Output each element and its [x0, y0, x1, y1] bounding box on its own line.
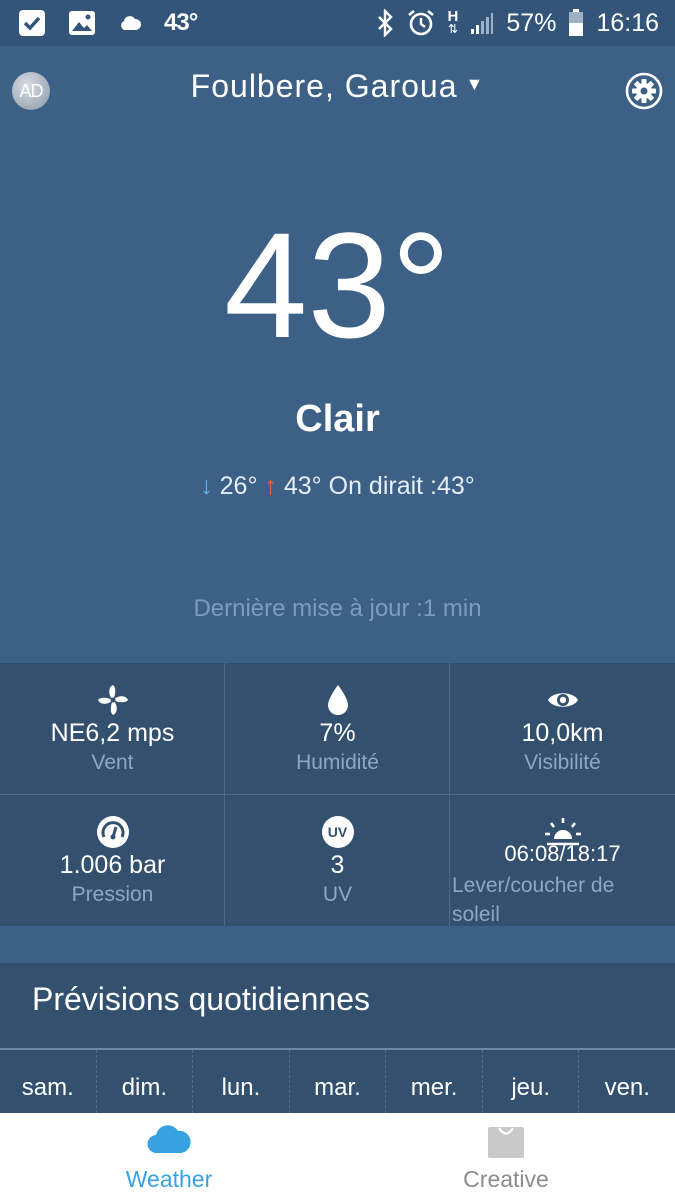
low-temperature: 26°	[219, 472, 258, 500]
droplet-icon	[327, 685, 348, 715]
nav-tab-creative[interactable]: Creative	[337, 1113, 675, 1200]
daily-forecast-title: Prévisions quotidiennes	[32, 981, 370, 1017]
location-selector[interactable]: Foulbere, Garoua ▼	[0, 68, 675, 105]
temperature-range: ↓ 26° ↑ 43° On dirait :43°	[0, 472, 675, 501]
status-temperature: 43°	[164, 9, 198, 36]
high-temperature: 43°	[283, 472, 322, 500]
fan-icon	[97, 685, 128, 715]
app-header: AD Foulbere, Garoua ▼	[0, 46, 675, 136]
location-name: Foulbere, Garoua	[190, 68, 458, 104]
detail-pressure: 1.006 bar Pression	[0, 795, 225, 926]
arrow-down-icon: ↓	[200, 472, 213, 500]
day-label[interactable]: sam.	[0, 1050, 97, 1113]
caret-down-icon: ▼	[465, 74, 485, 95]
weather-condition: Clair	[295, 398, 380, 440]
detail-visibility: 10,0km Visibilité	[450, 663, 675, 794]
pressure-label: Pression	[71, 883, 154, 906]
detail-uv: UV 3 UV	[225, 795, 450, 926]
daily-forecast-days[interactable]: sam. dim. lun. mar. mer. jeu. ven.	[0, 1050, 675, 1113]
detail-wind: NE6,2 mps Vent	[0, 663, 225, 794]
bottom-navigation: Weather Creative	[0, 1113, 675, 1200]
visibility-label: Visibilité	[524, 751, 601, 774]
image-notification-icon	[68, 10, 96, 36]
signal-icon	[470, 11, 494, 35]
nav-label-weather: Weather	[125, 1166, 213, 1192]
feels-like: On dirait :43°	[328, 472, 475, 500]
status-time: 16:16	[596, 8, 659, 37]
sun-times-label: Lever/coucher de soleil	[452, 874, 615, 926]
battery-percent: 57%	[506, 8, 557, 37]
cloud-notification-icon	[118, 15, 142, 31]
uv-icon-text: UV	[327, 824, 348, 840]
wind-value: NE6,2 mps	[50, 719, 175, 747]
daily-forecast-section: Prévisions quotidiennes sam. dim. lun. m…	[0, 963, 675, 1113]
gauge-icon	[96, 816, 129, 848]
day-label[interactable]: jeu.	[483, 1050, 580, 1113]
bluetooth-icon	[376, 9, 394, 37]
gear-icon	[625, 72, 663, 110]
day-label[interactable]: mer.	[386, 1050, 483, 1113]
detail-sunrise-sunset: 06:08/18:17 Lever/coucher de soleil	[450, 795, 675, 926]
detail-humidity: 7% Humidité	[225, 663, 450, 794]
section-gap	[0, 926, 675, 963]
network-type-icon: H ⇅	[447, 9, 459, 36]
uv-label: UV	[322, 883, 353, 906]
uv-icon: UV	[321, 816, 354, 848]
cloud-icon	[147, 1125, 191, 1154]
settings-button[interactable]	[625, 72, 663, 110]
humidity-value: 7%	[319, 719, 356, 747]
grid-divider	[0, 794, 675, 795]
humidity-label: Humidité	[296, 751, 379, 774]
alarm-icon	[406, 8, 436, 38]
checkbox-notification-icon	[18, 9, 46, 37]
status-bar: 43° H ⇅ 57% 16:16	[0, 0, 675, 46]
data-arrows-icon: ⇅	[447, 22, 458, 36]
day-label[interactable]: mar.	[290, 1050, 387, 1113]
wind-label: Vent	[91, 751, 134, 774]
day-label[interactable]: dim.	[97, 1050, 194, 1113]
current-temperature: 43°	[224, 201, 451, 369]
visibility-value: 10,0km	[521, 719, 604, 747]
nav-label-creative: Creative	[463, 1166, 549, 1192]
arrow-up-icon: ↑	[264, 472, 277, 500]
eye-icon	[547, 693, 578, 707]
weather-details-grid: NE6,2 mps Vent 7% Humidité 10,0km Visibi…	[0, 663, 675, 926]
day-label[interactable]: ven.	[579, 1050, 675, 1113]
uv-value: 3	[330, 851, 345, 879]
day-label[interactable]: lun.	[193, 1050, 290, 1113]
sun-times-value: 06:08/18:17	[504, 841, 621, 866]
battery-icon	[568, 9, 584, 37]
shopping-bag-icon	[488, 1127, 524, 1158]
pressure-value: 1.006 bar	[59, 851, 166, 879]
last-updated: Dernière mise à jour :1 min	[193, 595, 482, 622]
nav-tab-weather[interactable]: Weather	[0, 1113, 338, 1200]
